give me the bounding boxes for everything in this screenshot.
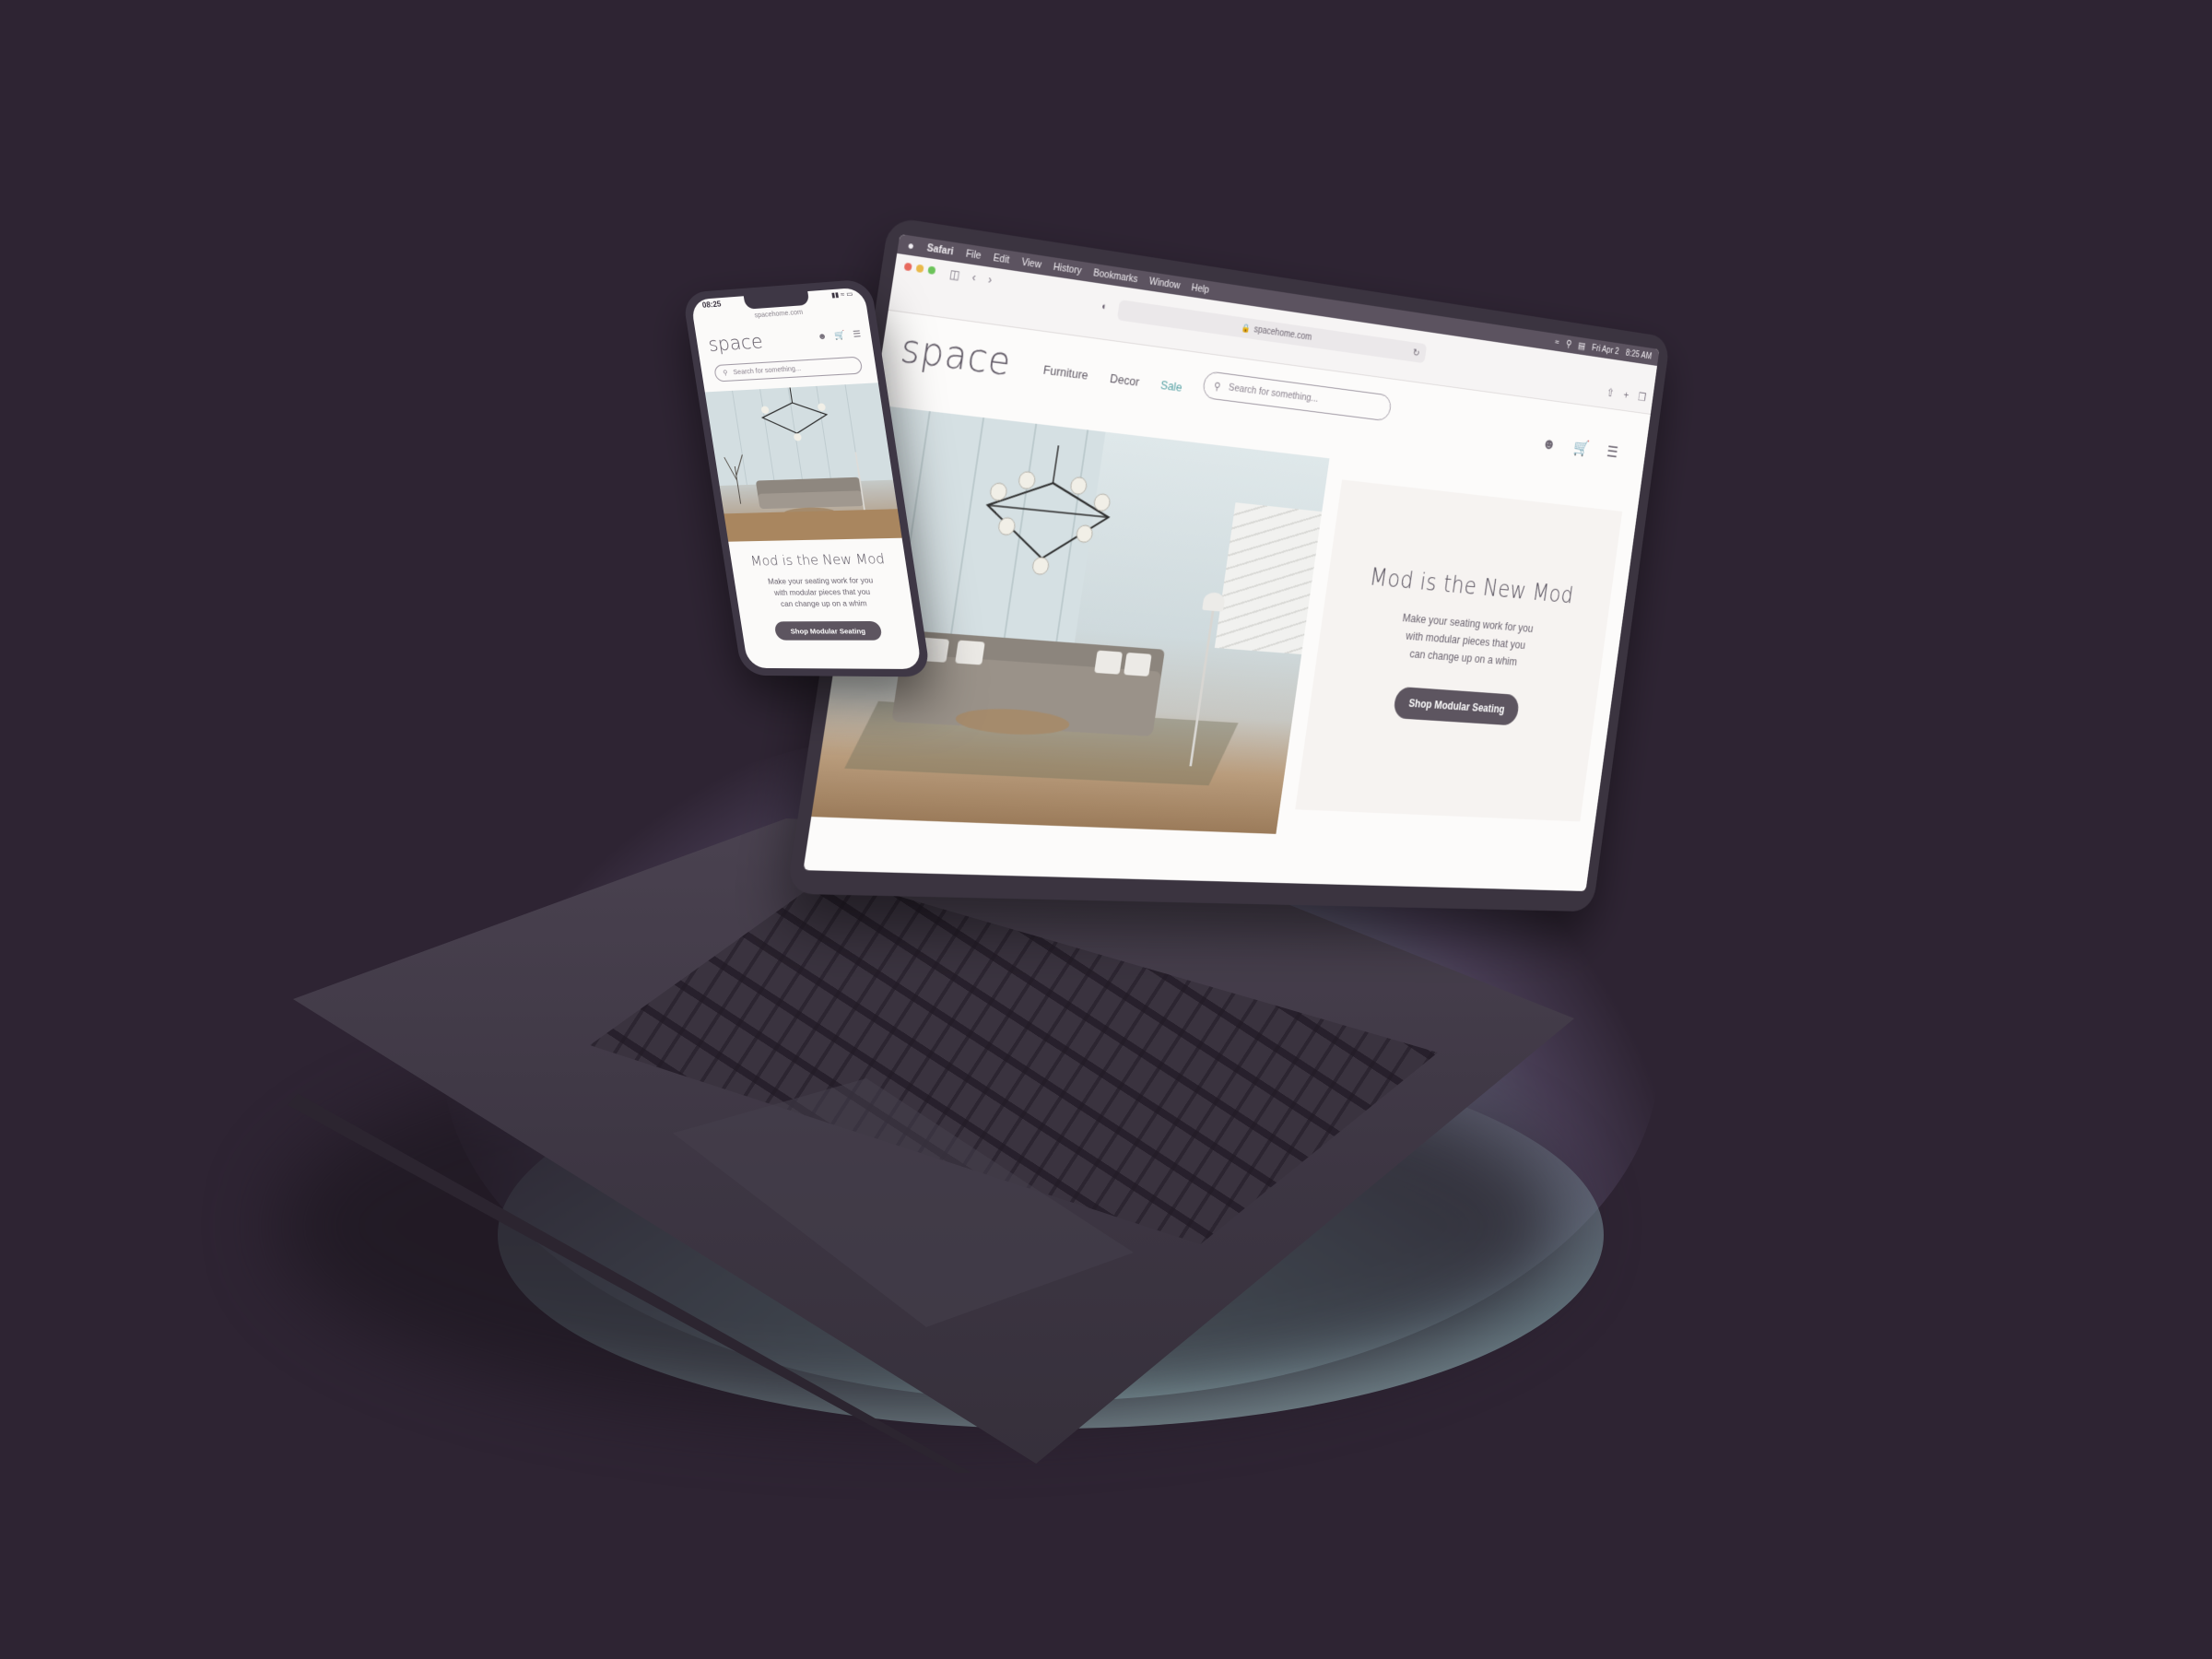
address-bar-url: spacehome.com [1253,324,1312,343]
menu-history[interactable]: History [1053,262,1082,277]
phone-device: 08:25 ▮▮ ≈ ▭ spacehome.com space ☻ 🛒 ☰ ⚲… [682,278,932,677]
account-icon[interactable]: ☻ [1541,434,1557,453]
control-center-icon[interactable]: ▤ [1578,341,1586,352]
menu-help[interactable]: Help [1191,282,1210,296]
header-actions: ☻ 🛒 ☰ [1541,434,1618,462]
hero-title: Mod is the New Mod [1368,563,1576,609]
hamburger-menu-icon[interactable]: ☰ [853,329,862,340]
staircase [1214,502,1323,655]
zoom-window-button[interactable] [927,265,936,275]
sidebar-icon[interactable]: ◫ [948,267,960,282]
spotlight-search-icon[interactable]: ⚲ [1565,339,1571,350]
minimize-window-button[interactable] [915,264,924,274]
shop-modular-seating-button[interactable]: Shop Modular Seating [1392,686,1521,726]
nav-decor[interactable]: Decor [1109,371,1140,389]
account-icon[interactable]: ☻ [817,331,828,342]
phone-hero-title: Mod is the New Mod [749,551,886,570]
site-nav: Furniture Decor Sale [1042,362,1183,394]
site-search-box[interactable]: ⚲ Search for something... [1201,371,1393,422]
phone-room-graphic [704,382,902,542]
window-controls [903,262,936,275]
reload-icon[interactable]: ↻ [1412,347,1420,359]
phone-notch [743,291,810,310]
phone-wrap: 08:25 ▮▮ ≈ ▭ spacehome.com space ☻ 🛒 ☰ ⚲… [682,278,949,772]
pillow [1124,652,1152,677]
site-search-placeholder: Search for something... [1228,382,1320,405]
phone-search-box[interactable]: ⚲ Search for something... [713,356,864,382]
lock-icon: 🔒 [1241,322,1252,334]
phone-screen: 08:25 ▮▮ ≈ ▭ spacehome.com space ☻ 🛒 ☰ ⚲… [690,287,923,670]
menu-file[interactable]: File [965,248,982,262]
phone-header-actions: ☻ 🛒 ☰ [817,329,862,343]
wifi-icon[interactable]: ≈ [1554,337,1559,348]
menubar-app-name[interactable]: Safari [926,242,954,258]
share-icon[interactable]: ⇧ [1606,386,1615,401]
menu-edit[interactable]: Edit [993,253,1010,266]
menubar-time[interactable]: 8:25 AM [1625,347,1653,361]
toolbar-nav: ◫ ‹ › [948,267,993,287]
back-arrow-icon[interactable]: ‹ [971,271,977,285]
toolbar-actions: ⇧ + ❐ [1606,386,1647,405]
forward-arrow-icon[interactable]: › [987,273,993,287]
phone-time: 08:25 [701,300,723,310]
phone-shop-modular-seating-button[interactable]: Shop Modular Seating [773,620,883,641]
chandelier-graphic [969,438,1126,583]
cart-icon[interactable]: 🛒 [1572,439,1590,458]
privacy-shield-icon[interactable]: ◐ [1100,300,1108,312]
new-tab-icon[interactable]: + [1623,388,1630,402]
close-window-button[interactable] [903,262,912,272]
cart-icon[interactable]: 🛒 [834,330,847,341]
mockup-scene: ● Safari File Edit View History Bookmark… [0,0,2212,1659]
tab-overview-icon[interactable]: ❐ [1637,390,1647,405]
nav-furniture[interactable]: Furniture [1042,362,1089,382]
phone-search-placeholder: Search for something... [733,365,802,376]
search-icon: ⚲ [1213,380,1222,393]
menubar-date[interactable]: Fri Apr 2 [1591,343,1619,357]
search-icon: ⚲ [723,370,729,377]
menu-window[interactable]: Window [1148,276,1181,291]
phone-hero-subtitle-line: with modular pieces that you [773,587,871,597]
hero-copy-panel: Mod is the New Mod Make your seating wor… [1295,479,1623,822]
hero-subtitle: Make your seating work for you with modu… [1371,606,1559,673]
nav-sale[interactable]: Sale [1159,378,1182,394]
hamburger-menu-icon[interactable]: ☰ [1606,442,1618,462]
phone-status-icons: ▮▮ ≈ ▭ [830,290,853,300]
laptop-lid-wrap: ● Safari File Edit View History Bookmark… [786,217,1811,912]
phone-hero-subtitle: Make your seating work for you with modu… [756,575,889,610]
apple-icon[interactable]: ● [907,239,915,253]
phone-hero-image[interactable] [704,382,902,542]
phone-hero-subtitle-line: can change up on a whim [780,599,868,609]
phone-site-logo[interactable]: space [707,330,765,356]
menu-view[interactable]: View [1021,256,1042,270]
pillow [1094,650,1124,675]
pillow [955,640,985,665]
